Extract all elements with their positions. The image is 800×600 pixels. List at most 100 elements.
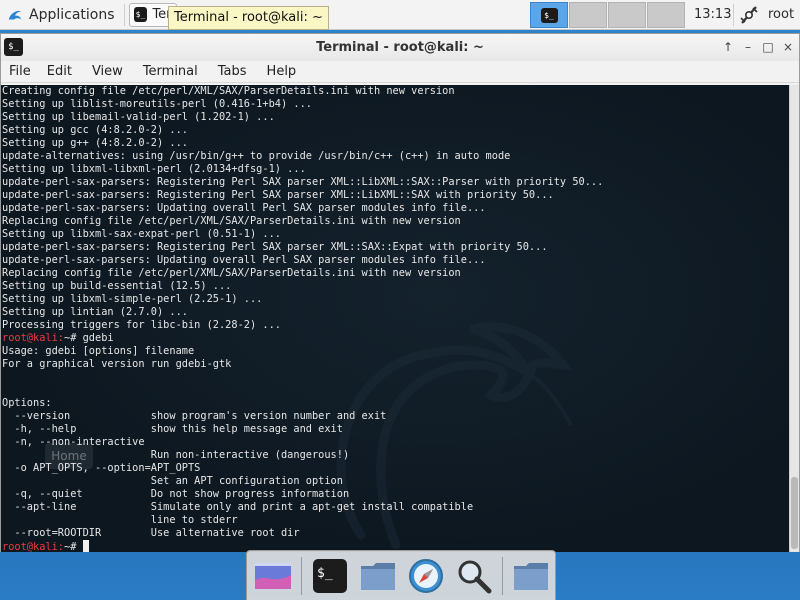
terminal-line: Set an APT configuration option [2, 475, 603, 488]
kali-logo-icon [8, 10, 22, 19]
menu-file[interactable]: File [4, 61, 36, 83]
terminal-line-text: Setting up liblist-moreutils-perl (0.416… [2, 98, 312, 110]
menu-edit[interactable]: Edit [42, 61, 77, 83]
terminal-line: Setting up libxml-libxml-perl (2.0134+df… [2, 163, 603, 176]
folder-icon[interactable] [511, 556, 551, 596]
terminal-line: Setting up libxml-simple-perl (2.25-1) .… [2, 293, 603, 306]
terminal-line: Setting up build-essential (12.5) ... [2, 280, 603, 293]
terminal-icon: $_ [133, 7, 148, 22]
terminal-line-text: Usage: gdebi [options] filename [2, 345, 195, 357]
window-titlebar[interactable]: $_ Terminal - root@kali: ~ ↑ – □ × [1, 34, 799, 61]
taskbar-tooltip: Terminal - root@kali: ~ [168, 6, 329, 30]
terminal-line-text: Replacing config file /etc/perl/XML/SAX/… [2, 267, 461, 279]
terminal-line-text: --root=ROOTDIR Use alternative root dir [2, 527, 300, 539]
minimize-icon[interactable]: – [739, 38, 757, 56]
terminal-line: -o APT_OPTS, --option=APT_OPTS [2, 462, 603, 475]
terminal-line-text: Setting up libxml-sax-expat-perl (0.51-1… [2, 228, 281, 240]
terminal-line-text: update-perl-sax-parsers: Registering Per… [2, 176, 604, 188]
terminal-line: update-perl-sax-parsers: Registering Per… [2, 241, 603, 254]
terminal-line-text: Options: [2, 397, 52, 409]
applications-label: Applications [29, 6, 115, 23]
terminal-line-text: update-perl-sax-parsers: Updating overal… [2, 202, 486, 214]
terminal-line: update-perl-sax-parsers: Registering Per… [2, 189, 603, 202]
terminal-line: Replacing config file /etc/perl/XML/SAX/… [2, 215, 603, 228]
dock: $_ [246, 550, 556, 600]
terminal-line: Setting up g++ (4:8.2.0-2) ... [2, 137, 603, 150]
panel-separator [733, 4, 734, 26]
terminal-icon[interactable]: $_ [310, 556, 350, 596]
terminal-output[interactable]: Home Creating config file /etc/perl/XML/… [1, 85, 789, 552]
terminal-icon: $_ [540, 7, 558, 23]
terminal-line-text: Setting up g++ (4:8.2.0-2) ... [2, 137, 188, 149]
terminal-line: --root=ROOTDIR Use alternative root dir [2, 527, 603, 540]
workspace-2[interactable] [569, 2, 607, 28]
menu-help[interactable]: Help [262, 61, 302, 83]
terminal-line-text: --version show program's version number … [2, 410, 387, 422]
terminal-line: Run non-interactive (dangerous!) [2, 449, 603, 462]
window-controls: ↑ – □ × [719, 38, 797, 56]
terminal-line: Setting up libxml-sax-expat-perl (0.51-1… [2, 228, 603, 241]
shell-prompt: root@kali: [2, 541, 64, 552]
shell-prompt: root@kali: [2, 332, 64, 344]
dock-separator [301, 556, 302, 595]
workspace-1[interactable]: $_ [530, 2, 568, 28]
terminal-line: update-alternatives: using /usr/bin/g++ … [2, 150, 603, 163]
terminal-lines: Creating config file /etc/perl/XML/SAX/P… [2, 85, 603, 552]
terminal-line-text: update-perl-sax-parsers: Registering Per… [2, 189, 554, 201]
terminal-scrollbar[interactable] [789, 85, 799, 552]
maximize-icon[interactable]: □ [759, 38, 777, 56]
network-icon[interactable] [738, 4, 760, 26]
terminal-line: --version show program's version number … [2, 410, 603, 423]
terminal-line: -h, --help show this help message and ex… [2, 423, 603, 436]
terminal-line-text: Setting up gcc (4:8.2.0-2) ... [2, 124, 188, 136]
scrollbar-thumb[interactable] [791, 477, 798, 549]
panel-separator [123, 3, 125, 26]
terminal-line-text: update-alternatives: using /usr/bin/g++ … [2, 150, 511, 162]
terminal-line: -n, --non-interactive [2, 436, 603, 449]
terminal-line: Usage: gdebi [options] filename [2, 345, 603, 358]
terminal-line-text: Processing triggers for libc-bin (2.28-2… [2, 319, 281, 331]
desktop-icon[interactable] [253, 556, 293, 596]
menu-view[interactable]: View [87, 61, 128, 83]
browser-icon[interactable] [406, 556, 446, 596]
terminal-line-text: Setting up libxml-simple-perl (2.25-1) .… [2, 293, 263, 305]
dock-separator [502, 556, 503, 595]
terminal-line-text: Set an APT configuration option [2, 475, 343, 487]
folder-icon[interactable] [358, 556, 398, 596]
terminal-line-text: update-perl-sax-parsers: Updating overal… [2, 254, 486, 266]
terminal-line-text: -q, --quiet Do not show progress informa… [2, 488, 350, 500]
terminal-line: Setting up gcc (4:8.2.0-2) ... [2, 124, 603, 137]
terminal-line-text: line to stderr [2, 514, 238, 526]
terminal-line-text: Run non-interactive (dangerous!) [2, 449, 350, 461]
terminal-line-text: -o APT_OPTS, --option=APT_OPTS [2, 462, 201, 474]
terminal-line-text: --apt-line Simulate only and print a apt… [2, 501, 474, 513]
workspace-3[interactable] [608, 2, 646, 28]
terminal-line: line to stderr [2, 514, 603, 527]
terminal-line-text: Setting up lintian (2.7.0) ... [2, 306, 188, 318]
menubar: File Edit View Terminal Tabs Help [1, 61, 799, 83]
terminal-line-text: ~# [64, 541, 83, 552]
workspace-4[interactable] [647, 2, 685, 28]
applications-menu-button[interactable]: Applications [0, 0, 121, 30]
keep-above-icon[interactable]: ↑ [719, 38, 737, 56]
terminal-line-text: Replacing config file /etc/perl/XML/SAX/… [2, 215, 461, 227]
search-icon[interactable] [454, 556, 494, 596]
clock[interactable]: 13:13 [694, 0, 731, 30]
terminal-line: Replacing config file /etc/perl/XML/SAX/… [2, 267, 603, 280]
terminal-line: update-perl-sax-parsers: Updating overal… [2, 254, 603, 267]
close-icon[interactable]: × [779, 38, 797, 56]
menu-terminal[interactable]: Terminal [138, 61, 203, 83]
terminal-line-text: -h, --help show this help message and ex… [2, 423, 343, 435]
menu-tabs[interactable]: Tabs [213, 61, 252, 83]
terminal-line: For a graphical version run gdebi-gtk [2, 358, 603, 371]
terminal-line: root@kali:~# gdebi [2, 332, 603, 345]
user-menu[interactable]: root [768, 0, 794, 30]
terminal-line: --apt-line Simulate only and print a apt… [2, 501, 603, 514]
terminal-window: $_ Terminal - root@kali: ~ ↑ – □ × File … [0, 33, 800, 552]
terminal-line-text: Setting up build-essential (12.5) ... [2, 280, 232, 292]
terminal-line: update-perl-sax-parsers: Registering Per… [2, 176, 603, 189]
text-cursor [82, 540, 89, 552]
terminal-line: Processing triggers for libc-bin (2.28-2… [2, 319, 603, 332]
terminal-line-text: Creating config file /etc/perl/XML/SAX/P… [2, 85, 455, 97]
